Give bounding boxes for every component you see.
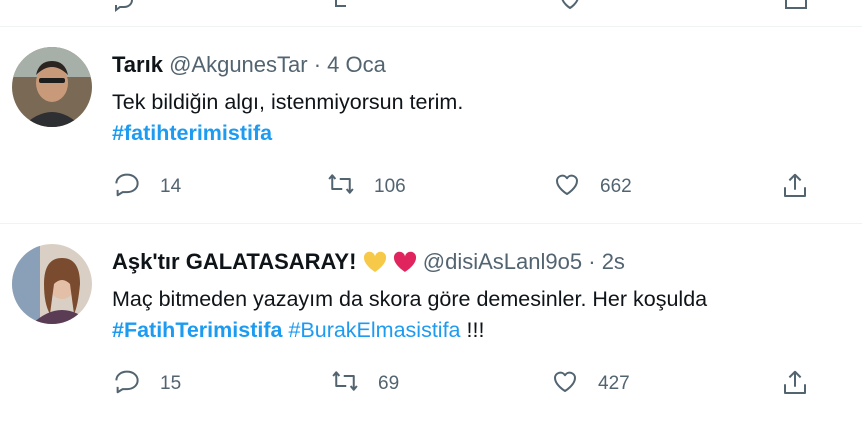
tweet-hashtags: #fatihterimistifa bbox=[112, 120, 272, 146]
tweet[interactable]: Tarık @AkgunesTar · 4 Oca Tek bildiğin a… bbox=[0, 27, 862, 225]
tweet[interactable]: Aşk'tır GALATASARAY! @disiAsLanl9o5 · 2s… bbox=[0, 224, 862, 422]
share-icon bbox=[780, 173, 810, 205]
tweet-text: Tek bildiğin algı, istenmiyorsun terim. bbox=[112, 90, 464, 114]
tweet-actions: 15 69 427 bbox=[0, 366, 862, 400]
author-name[interactable]: Aşk'tır GALATASARAY! bbox=[112, 249, 356, 274]
previous-tweet-actions bbox=[0, 0, 862, 12]
tweet-header: Tarık @AkgunesTar · 4 Oca bbox=[112, 52, 386, 78]
share-icon bbox=[780, 370, 810, 402]
like-icon bbox=[552, 169, 582, 205]
hashtag-link[interactable]: #BurakElmasistifa bbox=[288, 318, 460, 342]
author-handle[interactable]: @disiAsLanl9o5 bbox=[423, 249, 582, 274]
reply-icon[interactable] bbox=[112, 0, 136, 17]
reply-button[interactable]: 14 bbox=[112, 169, 181, 205]
share-button[interactable] bbox=[780, 368, 810, 403]
author-name[interactable]: Tarık bbox=[112, 52, 163, 77]
retweet-icon bbox=[330, 366, 360, 402]
retweet-count: 106 bbox=[374, 176, 406, 197]
reply-icon bbox=[112, 169, 142, 205]
like-button[interactable]: 662 bbox=[552, 169, 632, 205]
reply-count: 14 bbox=[160, 176, 182, 197]
like-count: 427 bbox=[598, 373, 630, 394]
like-button[interactable]: 427 bbox=[550, 366, 630, 402]
yellow-heart-icon bbox=[363, 251, 387, 279]
reply-count: 15 bbox=[160, 373, 182, 394]
retweet-icon bbox=[326, 169, 356, 205]
retweet-button[interactable]: 69 bbox=[330, 366, 399, 402]
share-icon[interactable] bbox=[782, 0, 810, 17]
reply-icon bbox=[112, 366, 142, 402]
tweet-actions: 14 106 662 bbox=[0, 169, 862, 203]
hashtag-link[interactable]: #fatihterimistifa bbox=[112, 121, 272, 145]
tweet-header: Aşk'tır GALATASARAY! @disiAsLanl9o5 · 2s bbox=[112, 249, 625, 279]
separator: · bbox=[588, 249, 596, 274]
red-heart-icon bbox=[393, 251, 417, 279]
avatar[interactable] bbox=[12, 47, 92, 127]
retweet-count: 69 bbox=[378, 373, 400, 394]
reply-button[interactable]: 15 bbox=[112, 366, 181, 402]
avatar[interactable] bbox=[12, 244, 92, 324]
tweet-text: Maç bitmeden yazayım da skora göre demes… bbox=[112, 287, 708, 311]
tweet-hashtags: #FatihTerimistifa #BurakElmasistifa !!! bbox=[112, 317, 484, 343]
separator: · bbox=[313, 52, 322, 77]
author-handle[interactable]: @AkgunesTar bbox=[169, 52, 308, 77]
timestamp[interactable]: 2s bbox=[602, 249, 625, 274]
like-count: 662 bbox=[600, 176, 632, 197]
retweet-icon[interactable] bbox=[330, 0, 354, 17]
hashtag-link[interactable]: #FatihTerimistifa bbox=[112, 318, 282, 342]
share-button[interactable] bbox=[780, 171, 810, 206]
like-icon bbox=[550, 366, 580, 402]
trailing-text: !!! bbox=[466, 318, 485, 342]
timestamp[interactable]: 4 Oca bbox=[327, 52, 386, 77]
like-icon[interactable] bbox=[558, 0, 582, 17]
retweet-button[interactable]: 106 bbox=[326, 169, 406, 205]
